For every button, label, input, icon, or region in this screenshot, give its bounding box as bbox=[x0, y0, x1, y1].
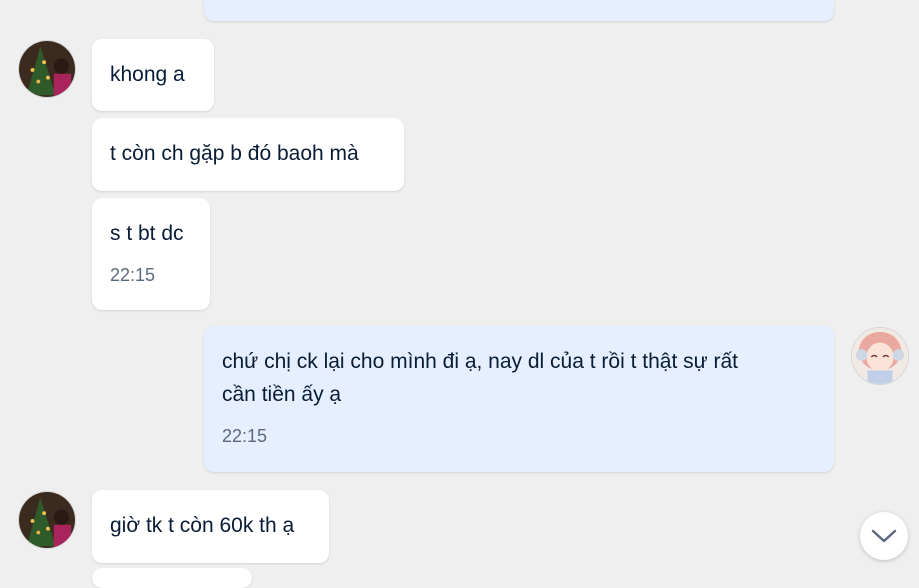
message-timestamp: 22:15 bbox=[110, 265, 156, 285]
message-bubble-incoming-partial bbox=[92, 568, 252, 588]
message-bubble-incoming[interactable]: giờ tk t còn 60k th ạ bbox=[92, 490, 329, 563]
message-text-line: chứ chị ck lại cho mình đi ạ, nay dl của… bbox=[222, 350, 739, 373]
contact-avatar[interactable] bbox=[18, 491, 76, 549]
anime-girl-avatar-image bbox=[852, 328, 908, 384]
message-bubble-outgoing[interactable]: chứ chị ck lại cho mình đi ạ, nay dl của… bbox=[204, 326, 834, 472]
message-bubble-incoming[interactable]: t còn ch gặp b đó baoh mà bbox=[92, 118, 404, 191]
message-timestamp: 22:15 bbox=[222, 426, 268, 446]
message-text: s t bt dc bbox=[110, 222, 184, 245]
message-text: giờ tk t còn 60k th ạ bbox=[110, 514, 295, 537]
message-bubble-incoming[interactable]: s t bt dc 22:15 bbox=[92, 198, 210, 310]
contact-avatar-image bbox=[19, 41, 75, 97]
message-text-line: cần tiền ấy ạ bbox=[222, 383, 342, 406]
chevron-down-icon bbox=[871, 529, 897, 543]
scroll-to-bottom-button[interactable] bbox=[860, 512, 908, 560]
message-bubble-outgoing-partial[interactable] bbox=[204, 0, 834, 21]
contact-avatar[interactable] bbox=[18, 40, 76, 98]
contact-avatar-image bbox=[19, 492, 75, 548]
message-text: khong a bbox=[110, 63, 185, 86]
message-text: t còn ch gặp b đó baoh mà bbox=[110, 142, 359, 165]
message-bubble-incoming[interactable]: khong a bbox=[92, 39, 214, 111]
my-avatar[interactable] bbox=[851, 327, 909, 385]
